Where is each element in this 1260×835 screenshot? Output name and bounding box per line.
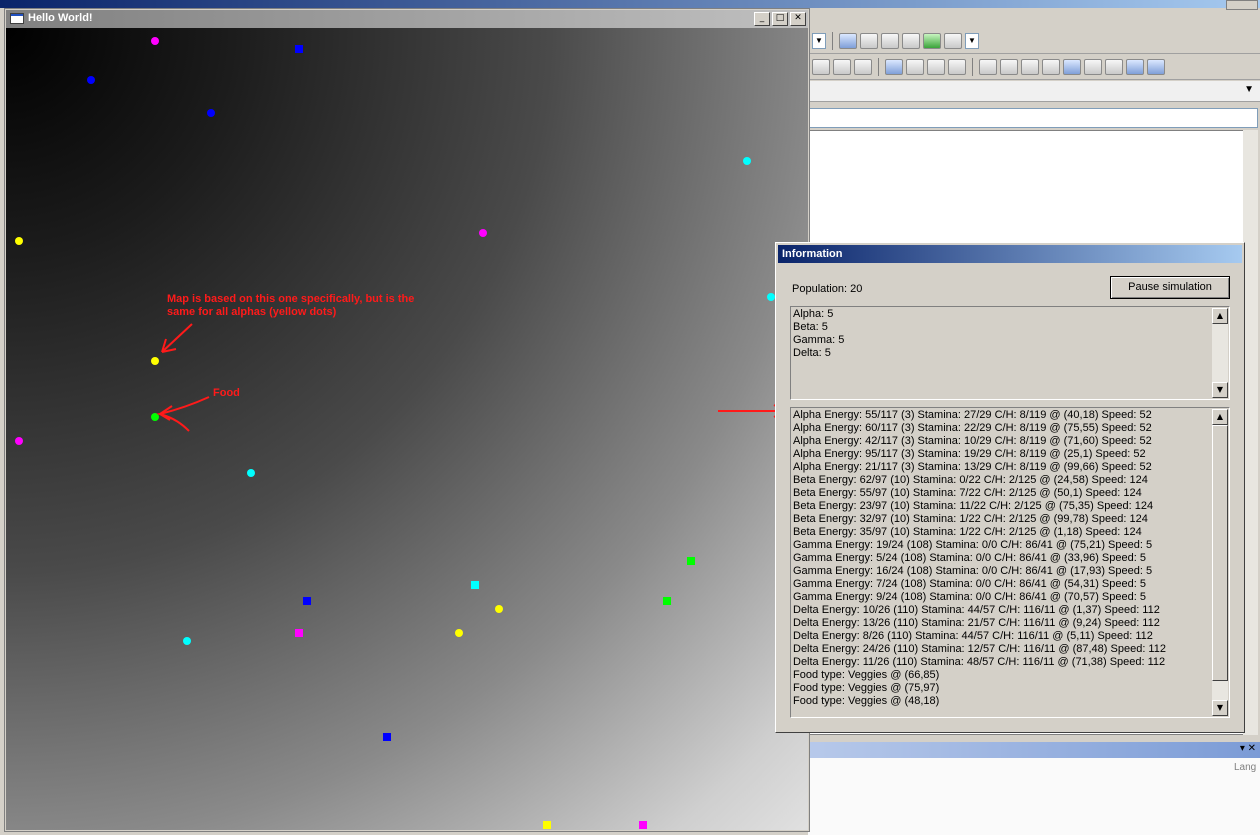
toolbar-separator bbox=[832, 31, 833, 50]
list-item[interactable]: Delta: 5 bbox=[793, 347, 844, 360]
list-item[interactable]: Delta Energy: 10/26 (110) Stamina: 44/57… bbox=[793, 604, 1166, 617]
list-item[interactable]: Beta Energy: 62/97 (10) Stamina: 0/22 C/… bbox=[793, 474, 1166, 487]
scroll-down-icon[interactable]: ▼ bbox=[1212, 700, 1228, 716]
arrow-to-food bbox=[156, 396, 210, 432]
ide-panel-header: ▾ ✕ bbox=[808, 742, 1260, 758]
indent-icon[interactable] bbox=[979, 58, 997, 75]
list-item[interactable]: Beta: 5 bbox=[793, 321, 844, 334]
highlight-icon[interactable] bbox=[927, 58, 945, 75]
hello-world-window: Hello World! _ □ ✕ Map is based on this … bbox=[4, 8, 810, 832]
window-icon[interactable] bbox=[1063, 58, 1081, 75]
next-bookmark-icon[interactable] bbox=[1105, 58, 1123, 75]
population-label: Population: 20 bbox=[792, 283, 863, 295]
ide-address-field[interactable] bbox=[808, 108, 1258, 128]
find-icon[interactable] bbox=[839, 32, 857, 49]
list-item[interactable]: Alpha Energy: 95/117 (3) Stamina: 19/29 … bbox=[793, 448, 1166, 461]
list-item[interactable]: Food type: Veggies @ (66,85) bbox=[793, 669, 1166, 682]
summary-lines: Alpha: 5 Beta: 5 Gamma: 5 Delta: 5 bbox=[793, 308, 844, 360]
list-item[interactable]: Alpha Energy: 42/117 (3) Stamina: 10/29 … bbox=[793, 435, 1166, 448]
detail-lines: Alpha Energy: 55/117 (3) Stamina: 27/29 … bbox=[793, 409, 1166, 708]
list-item[interactable]: Gamma Energy: 16/24 (108) Stamina: 0/0 C… bbox=[793, 565, 1166, 578]
prev-bookmark-icon[interactable] bbox=[1084, 58, 1102, 75]
list-icon[interactable] bbox=[944, 32, 962, 49]
ide-editor-scrollbar[interactable] bbox=[1243, 130, 1258, 735]
information-titlebar[interactable]: Information bbox=[778, 245, 1242, 263]
dialog-title: Information bbox=[782, 248, 843, 260]
scroll-up-icon[interactable]: ▲ bbox=[1212, 409, 1228, 425]
toolbar-overflow-arrow[interactable]: ▼ bbox=[965, 32, 979, 49]
annotation-arrows bbox=[156, 323, 210, 432]
list-item[interactable]: Gamma Energy: 5/24 (108) Stamina: 0/0 C/… bbox=[793, 552, 1166, 565]
align-icon[interactable] bbox=[812, 58, 830, 75]
scroll-down-icon[interactable]: ▼ bbox=[1212, 382, 1228, 398]
run-icon[interactable] bbox=[923, 32, 941, 49]
pause-simulation-button[interactable]: Pause simulation bbox=[1110, 276, 1230, 299]
language-label: Lang bbox=[1234, 762, 1257, 773]
list-item[interactable]: Food type: Veggies @ (48,18) bbox=[793, 695, 1166, 708]
navigate-back-icon[interactable] bbox=[1126, 58, 1144, 75]
list-item[interactable]: Beta Energy: 23/97 (10) Stamina: 11/22 C… bbox=[793, 500, 1166, 513]
app-icon bbox=[10, 13, 24, 24]
list-item[interactable]: Beta Energy: 35/97 (10) Stamina: 1/22 C/… bbox=[793, 526, 1166, 539]
list-item[interactable]: Gamma Energy: 19/24 (108) Stamina: 0/0 C… bbox=[793, 539, 1166, 552]
close-button[interactable]: ✕ bbox=[790, 12, 806, 26]
ide-close-button[interactable] bbox=[1226, 0, 1258, 10]
list-item[interactable]: Beta Energy: 55/97 (10) Stamina: 7/22 C/… bbox=[793, 487, 1166, 500]
list-item[interactable]: Delta Energy: 13/26 (110) Stamina: 21/57… bbox=[793, 617, 1166, 630]
list-item[interactable]: Alpha Energy: 55/117 (3) Stamina: 27/29 … bbox=[793, 409, 1166, 422]
tools-icon[interactable] bbox=[902, 32, 920, 49]
window-title: Hello World! bbox=[28, 12, 93, 24]
toolbar-separator bbox=[972, 57, 973, 76]
list-item[interactable]: Alpha Energy: 60/117 (3) Stamina: 22/29 … bbox=[793, 422, 1166, 435]
toolbox-icon[interactable] bbox=[881, 32, 899, 49]
scroll-thumb[interactable] bbox=[1212, 425, 1228, 681]
layout-icon[interactable] bbox=[854, 58, 872, 75]
ide-bottom-panel bbox=[808, 758, 1260, 835]
list-item[interactable]: Food type: Veggies @ (75,97) bbox=[793, 682, 1166, 695]
font-icon[interactable] bbox=[948, 58, 966, 75]
list-item[interactable]: Gamma Energy: 7/24 (108) Stamina: 0/0 C/… bbox=[793, 578, 1166, 591]
minimize-button[interactable]: _ bbox=[754, 12, 770, 26]
list-item[interactable]: Alpha Energy: 21/117 (3) Stamina: 13/29 … bbox=[793, 461, 1166, 474]
outdent-icon[interactable] bbox=[1000, 58, 1018, 75]
list-item[interactable]: Gamma: 5 bbox=[793, 334, 844, 347]
comment-icon[interactable] bbox=[1021, 58, 1039, 75]
group-icon[interactable] bbox=[833, 58, 851, 75]
list-item[interactable]: Beta Energy: 32/97 (10) Stamina: 1/22 C/… bbox=[793, 513, 1166, 526]
list-item[interactable]: Alpha: 5 bbox=[793, 308, 844, 321]
navigate-forward-icon[interactable] bbox=[1147, 58, 1165, 75]
properties-icon[interactable] bbox=[860, 32, 878, 49]
ide-dropdown-strip[interactable]: ▼ bbox=[808, 81, 1260, 102]
scroll-up-icon[interactable]: ▲ bbox=[1212, 308, 1228, 324]
chevron-down-icon[interactable]: ▼ bbox=[1244, 84, 1254, 95]
ide-toolbar-1: ▼ ▼ bbox=[808, 28, 1260, 54]
combo-dropdown-arrow[interactable]: ▼ bbox=[812, 32, 826, 49]
details-scrollbar[interactable]: ▲ ▼ bbox=[1212, 409, 1228, 716]
bookmark-icon[interactable] bbox=[906, 58, 924, 75]
simulation-map[interactable]: Map is based on this one specifically, b… bbox=[6, 28, 808, 830]
summary-scrollbar[interactable]: ▲ ▼ bbox=[1212, 308, 1228, 398]
ide-toolbar-2 bbox=[808, 54, 1260, 80]
summary-listbox[interactable]: Alpha: 5 Beta: 5 Gamma: 5 Delta: 5 ▲ ▼ bbox=[790, 306, 1230, 400]
toolbar-separator bbox=[878, 57, 879, 76]
maximize-button[interactable]: □ bbox=[772, 12, 788, 26]
ide-titlebar bbox=[0, 0, 1260, 8]
information-dialog: Information Population: 20 Pause simulat… bbox=[775, 242, 1245, 733]
panel-controls-icon[interactable]: ▾ ✕ bbox=[1240, 743, 1256, 754]
list-item[interactable]: Gamma Energy: 9/24 (108) Stamina: 0/0 C/… bbox=[793, 591, 1166, 604]
list-item[interactable]: Delta Energy: 8/26 (110) Stamina: 44/57 … bbox=[793, 630, 1166, 643]
details-listbox[interactable]: Alpha Energy: 55/117 (3) Stamina: 27/29 … bbox=[790, 407, 1230, 718]
hello-world-titlebar[interactable]: Hello World! _ □ ✕ bbox=[6, 10, 808, 28]
list-item[interactable]: Delta Energy: 11/26 (110) Stamina: 48/57… bbox=[793, 656, 1166, 669]
format-icon[interactable] bbox=[885, 58, 903, 75]
arrow-to-alpha bbox=[161, 323, 193, 353]
list-item[interactable]: Delta Energy: 24/26 (110) Stamina: 12/57… bbox=[793, 643, 1166, 656]
uncomment-icon[interactable] bbox=[1042, 58, 1060, 75]
